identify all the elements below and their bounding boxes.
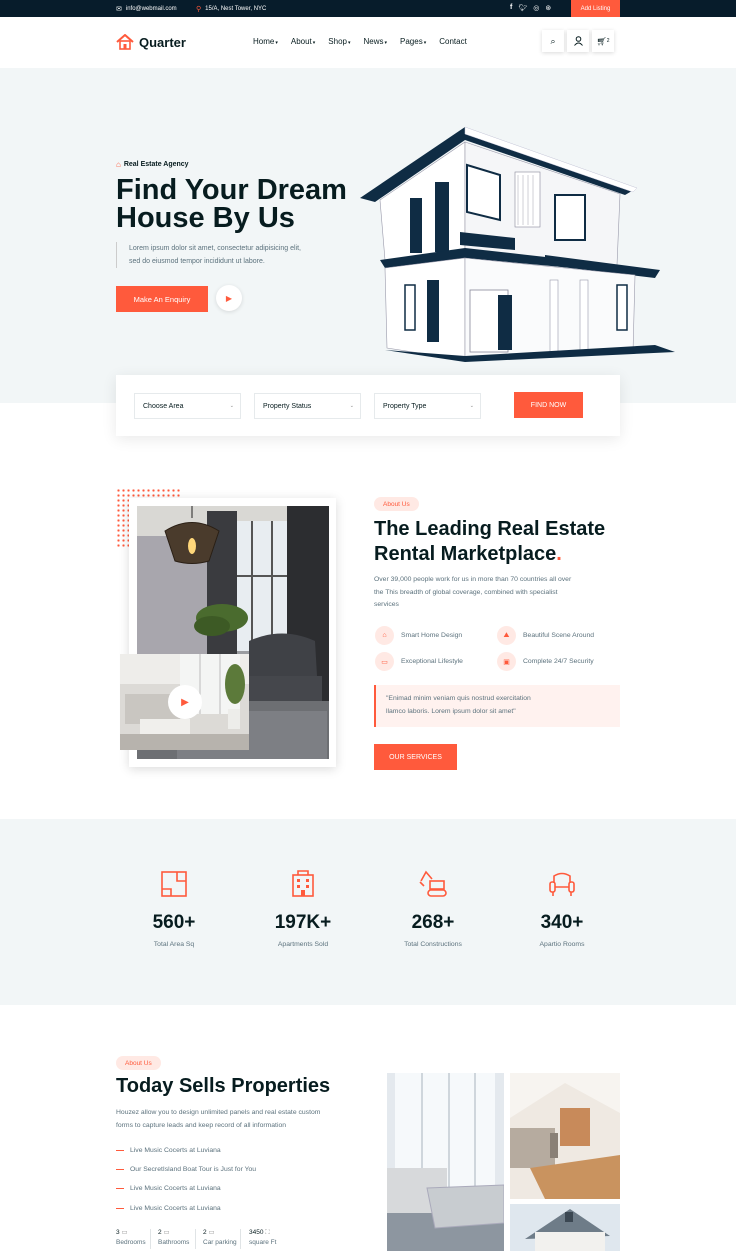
chevron-down-icon: ⌄ [469,403,474,409]
cart-count: 2 [606,38,610,44]
feature-security: ▣ Complete 24/7 Security [497,652,594,671]
fact-bathrooms: 2 ▭ Bathrooms [158,1229,190,1246]
stat-apartments-sold: 197K+ Apartments Sold [243,869,363,948]
search-icon: ⌕ [550,35,556,46]
bed-icon: ▭ [121,1229,128,1236]
nav-item-home[interactable]: Home▾ [253,37,278,46]
social-links: f 🐦︎ ◎ ⊛ [510,4,551,12]
cart-button[interactable]: 🛒︎ 2 [592,30,614,52]
dash-bullet-icon [116,1208,124,1209]
list-item: Our SecretIsland Boat Tour is Just for Y… [116,1166,256,1173]
video-play-button[interactable]: ▶ [216,285,242,311]
search-button[interactable]: ⌕ [542,30,564,52]
chevron-down-icon: ▾ [384,40,388,46]
video-play-button[interactable]: ▶ [168,685,202,719]
chevron-down-icon: ▾ [347,40,351,46]
main-header: Quarter Home▾ About▾ Shop▾ News▾ Pages▾ Conta… [0,17,736,68]
stats-section: 560+ Total Area Sq 197K+ Apartments Sold… [0,819,736,1005]
list-item: Live Music Cocerts at Luviana [116,1185,221,1192]
about-title: The Leading Real Estate Rental Marketpla… [374,518,606,565]
nav-item-contact[interactable]: Contact [439,37,467,46]
stat-apartio-rooms: 340+ Apartio Rooms [502,869,622,948]
dash-bullet-icon [116,1169,124,1170]
sells-title: Today Sells Properties [116,1075,331,1097]
nav-item-news[interactable]: News▾ [363,37,387,46]
divider [150,1229,151,1249]
dribbble-icon[interactable]: ⊛ [545,4,551,12]
property-photo-kitchen [510,1073,620,1199]
chevron-down-icon: ▾ [312,40,316,46]
smart-home-icon: ⌂ [375,626,394,645]
list-item: Live Music Cocerts at Luviana [116,1205,221,1212]
facebook-icon[interactable]: f [510,4,512,12]
brand-name: Quarter [139,34,186,50]
property-photo-exterior [510,1204,620,1251]
excavator-icon [419,870,447,897]
area-icon: ⛶ [265,1229,270,1236]
stat-total-area: 560+ Total Area Sq [114,869,234,948]
play-icon: ▶ [225,293,233,303]
divider [195,1229,196,1249]
envelope-icon: ✉ [116,6,122,13]
our-services-button[interactable]: OUR SERVICES [374,744,457,770]
house-logo-icon [116,34,134,50]
about-description: Over 39,000 people work for us in more t… [374,576,572,608]
chevron-down-icon: ⌄ [229,403,234,409]
sofa-icon: ▭ [375,652,394,671]
fact-car-parking: 2 ▭ Car parking [203,1229,237,1246]
add-listing-button[interactable]: Add Listing [571,0,620,17]
feature-smart-home: ⌂ Smart Home Design [375,626,462,645]
chevron-down-icon: ⌄ [349,403,354,409]
chevron-down-icon: ▾ [423,40,427,46]
apartment-building-icon [292,870,314,897]
nav-item-pages[interactable]: Pages▾ [400,37,426,46]
choose-area-select[interactable]: Choose Area ⌄ [134,393,241,419]
about-us-badge: About Us [116,1056,161,1070]
twitter-icon[interactable]: 🐦︎ [518,4,527,12]
topbar-email[interactable]: ✉ info@webmail.com [116,5,177,13]
about-quote: "Enimad minim veniam quis nostrud exerci… [374,685,620,727]
property-status-select[interactable]: Property Status ⌄ [254,393,361,419]
property-search-bar: Choose Area ⌄ Property Status ⌄ Property… [116,375,620,436]
fact-bedrooms: 3 ▭ Bedrooms [116,1229,146,1246]
location-pin-icon: ⚲ [196,6,202,13]
brand-logo[interactable]: Quarter [116,34,186,50]
dash-bullet-icon [116,1150,124,1151]
property-type-select[interactable]: Property Type ⌄ [374,393,481,419]
feature-lifestyle: ▭ Exceptional Lifestyle [375,652,463,671]
property-photo-living-room [387,1073,504,1251]
armchair-icon [549,872,575,896]
nav-item-about[interactable]: About▾ [291,37,315,46]
hero-description: Lorem ipsum dolor sit amet, consectetur … [116,242,316,268]
hero-house-illustration [360,126,675,362]
chevron-down-icon: ▾ [275,40,278,46]
security-icon: ▣ [497,652,516,671]
about-us-badge: About Us [374,497,419,511]
hero-tag: ⌂ Real Estate Agency [116,160,189,169]
play-icon: ▶ [181,696,189,708]
bath-icon: ▭ [163,1229,170,1236]
top-bar: ✉ info@webmail.com ⚲ 15/A, Nest Tower, N… [0,0,736,17]
car-icon: ▭ [208,1229,215,1236]
nav-item-shop[interactable]: Shop▾ [328,37,350,46]
topbar-address: ⚲ 15/A, Nest Tower, NYC [196,6,267,13]
floor-plan-icon [161,871,187,897]
sells-description: Houzez allow you to design unlimited pan… [116,1109,321,1129]
landscape-icon: ⛰ [497,626,516,645]
divider [240,1229,241,1249]
make-enquiry-button[interactable]: Make An Enquiry [116,286,208,312]
main-nav: Home▾ About▾ Shop▾ News▾ Pages▾ Contact [253,37,467,46]
stat-total-constructions: 268+ Total Constructions [373,869,493,948]
instagram-icon[interactable]: ◎ [533,4,539,12]
feature-beautiful-scene: ⛰ Beautiful Scene Around [497,626,594,645]
find-now-button[interactable]: FIND NOW [514,392,583,418]
home-icon: ⌂ [116,160,121,169]
cart-icon: 🛒︎ [596,36,607,46]
hero-title: Find Your Dream House By Us [116,174,347,234]
dash-bullet-icon [116,1188,124,1189]
fact-square-ft: 3450 ⛶ square Ft [249,1229,277,1246]
account-button[interactable] [567,30,589,52]
list-item: Live Music Cocerts at Luviana [116,1147,221,1154]
user-icon [573,36,583,46]
